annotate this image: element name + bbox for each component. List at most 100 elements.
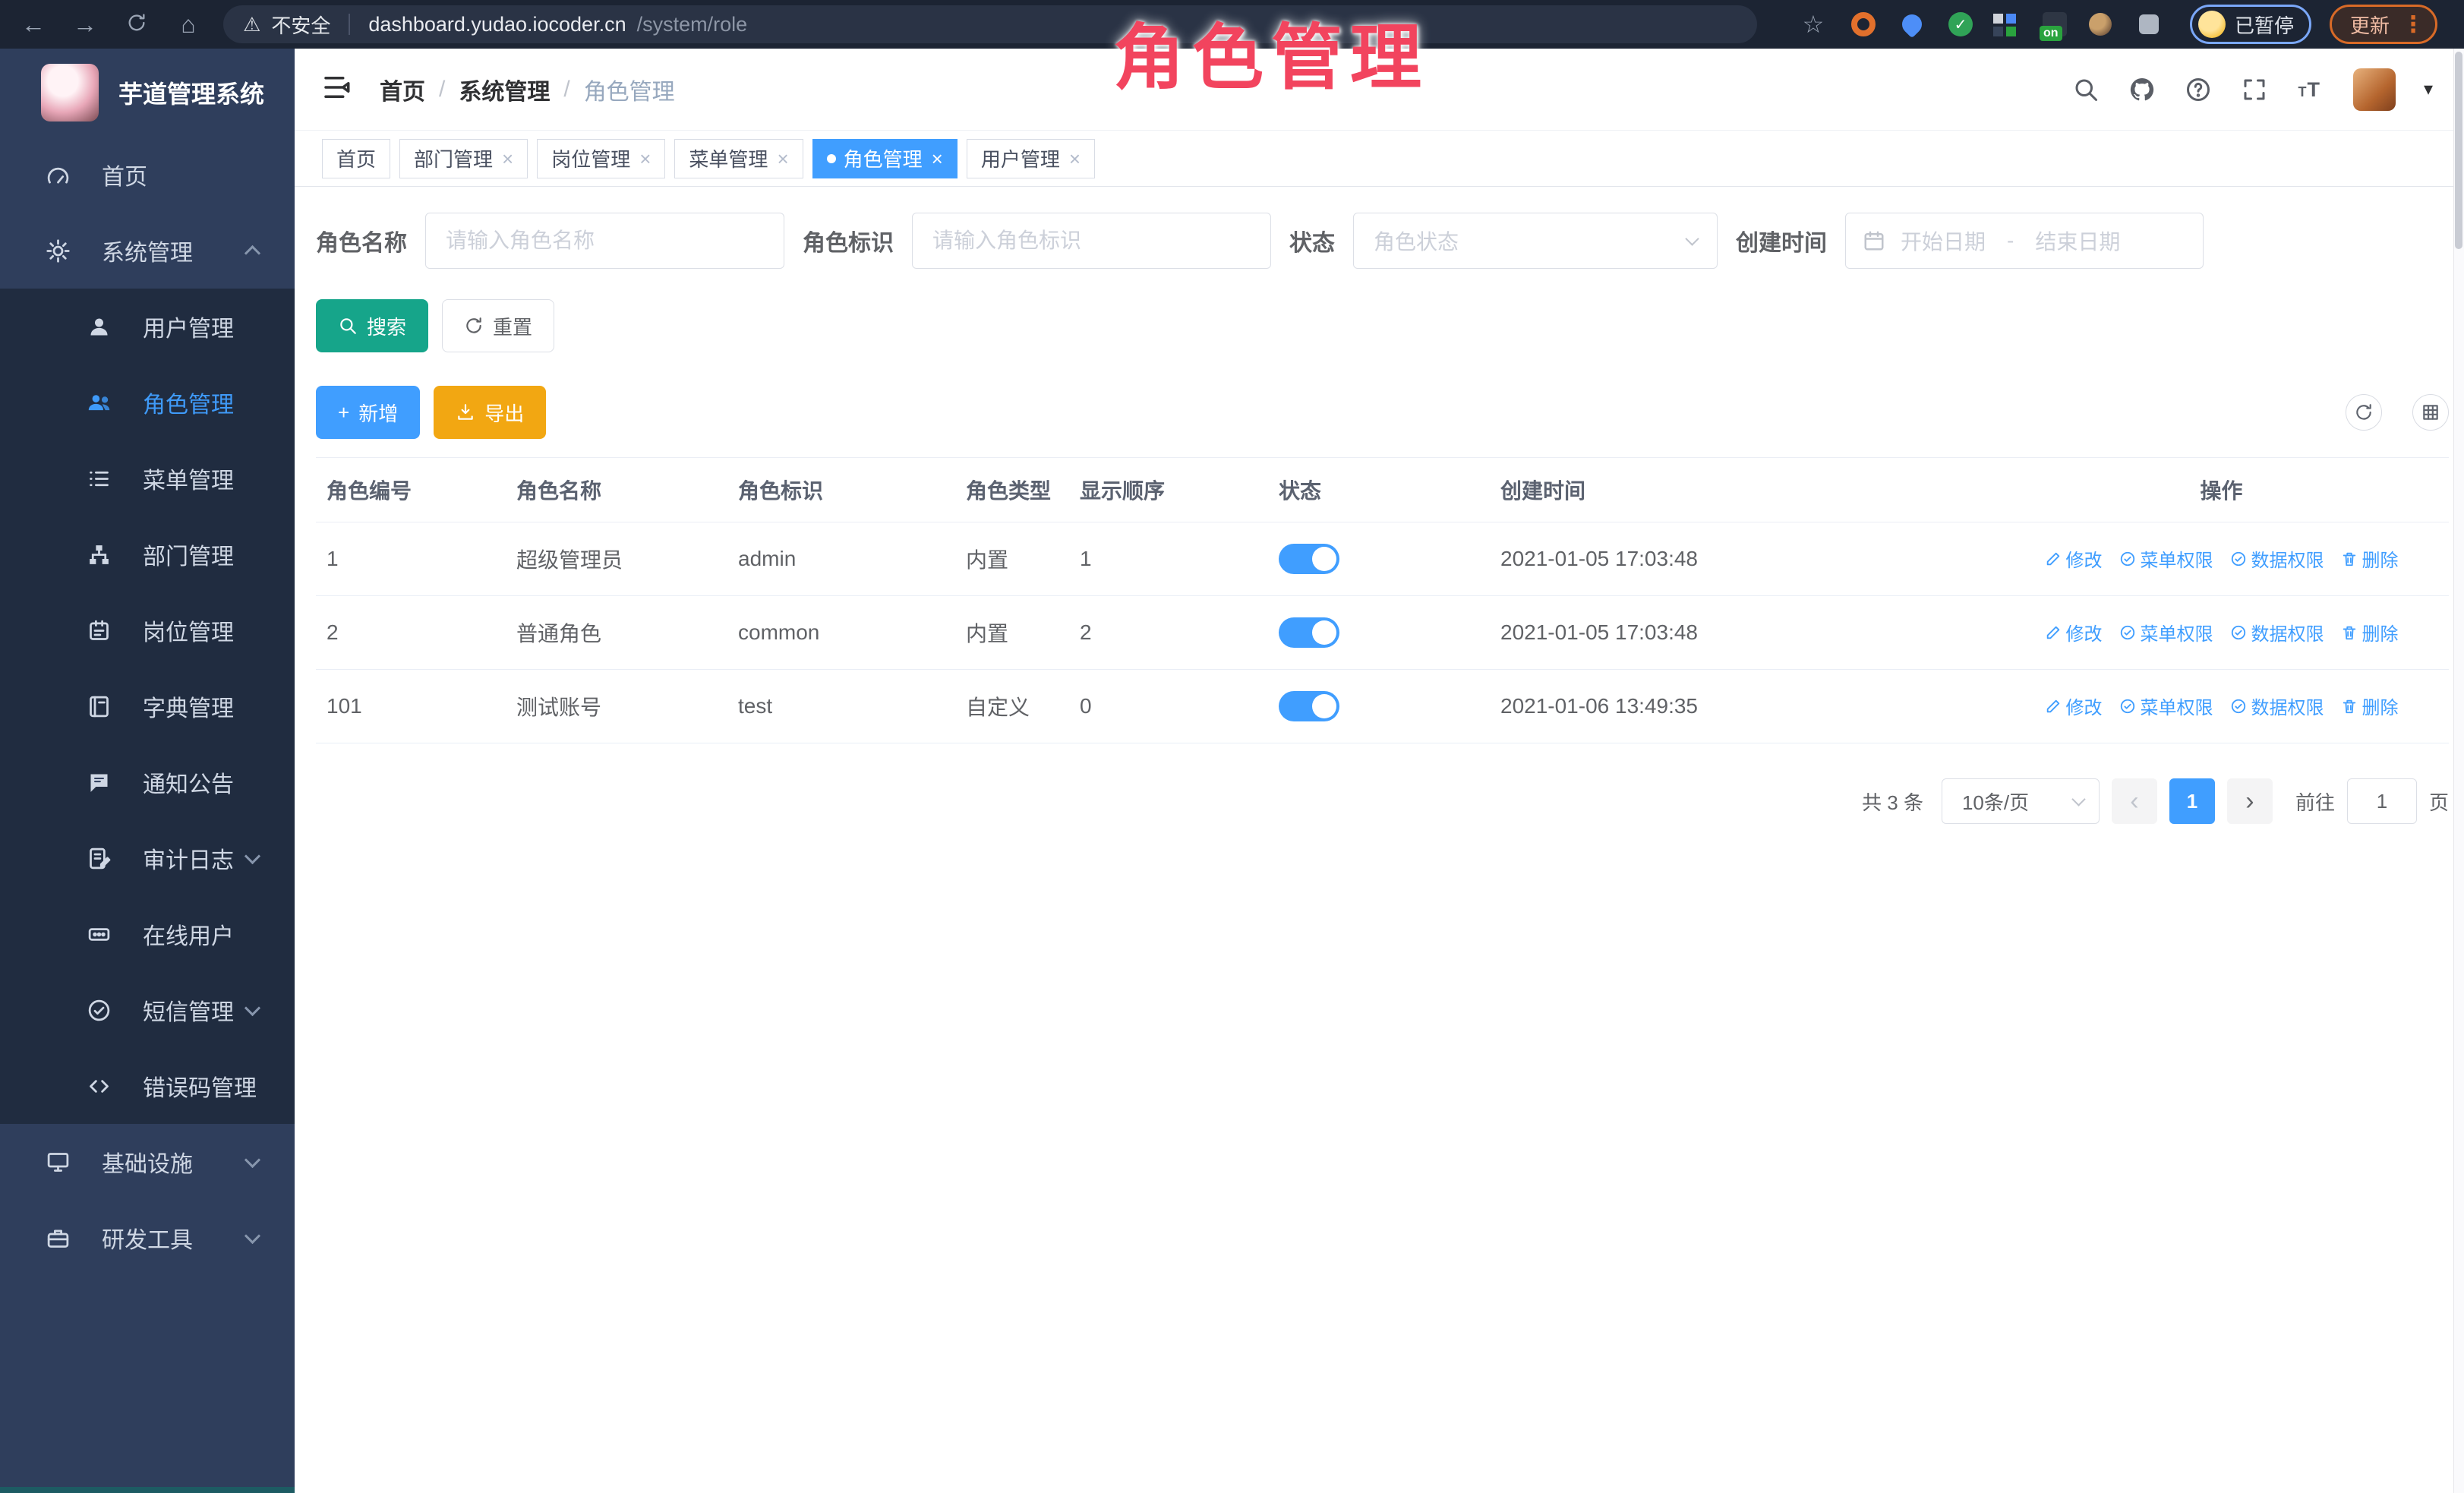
sidebar-item[interactable]: 菜单管理	[0, 440, 295, 516]
font-size-icon[interactable]: TT	[2294, 73, 2327, 106]
url-bar[interactable]: ⚠ 不安全 dashboard.yudao.iocoder.cn/system/…	[223, 5, 1757, 43]
add-button[interactable]: + 新增	[316, 386, 420, 439]
sidebar-item[interactable]: 部门管理	[0, 516, 295, 592]
caret-down-icon[interactable]: ▾	[2418, 73, 2438, 106]
role-status-select[interactable]: 角色状态	[1353, 213, 1718, 269]
browser-profile-chip[interactable]: 已暂停	[2190, 5, 2311, 44]
extension-translate-icon[interactable]: on	[2043, 12, 2067, 36]
fullscreen-icon[interactable]	[2238, 73, 2271, 106]
status-toggle[interactable]	[1279, 691, 1339, 721]
browser-update-button[interactable]: 更新 ⋮	[2330, 5, 2437, 44]
row-action-link[interactable]: 数据权限	[2230, 545, 2324, 572]
extensions-puzzle-icon[interactable]	[2134, 9, 2164, 39]
column-header: 角色标识	[727, 458, 955, 522]
sidebar-item[interactable]: 用户管理	[0, 289, 295, 365]
tab-close-icon[interactable]: ×	[639, 149, 651, 169]
row-action-link[interactable]: 菜单权限	[2119, 619, 2213, 645]
toggle-knob	[1312, 620, 1336, 645]
column-settings-button[interactable]	[2412, 394, 2449, 431]
tab-close-icon[interactable]: ×	[777, 149, 788, 169]
table-row: 2 普通角色 common 内置 2 2021-01-05 17:03:48	[316, 596, 2449, 670]
back-icon[interactable]: ←	[17, 12, 50, 36]
goto-page-input[interactable]	[2347, 778, 2417, 824]
tab-close-icon[interactable]: ×	[1069, 149, 1081, 169]
announcement-icon	[82, 765, 115, 799]
sidebar-item[interactable]: 在线用户	[0, 896, 295, 972]
user-avatar[interactable]	[2353, 68, 2396, 111]
row-action-link[interactable]: 删除	[2341, 693, 2399, 719]
github-icon[interactable]	[2125, 73, 2159, 106]
download-icon	[456, 402, 475, 422]
pagination: 共 3 条 10条/页 ‹ 1 › 前往 页	[316, 778, 2449, 824]
sidebar-item[interactable]: 短信管理	[0, 972, 295, 1048]
tab[interactable]: 岗位管理 ×	[537, 139, 665, 178]
sidebar-item[interactable]: 研发工具	[0, 1200, 295, 1276]
tab-close-icon[interactable]: ×	[932, 149, 943, 169]
prev-page-button[interactable]: ‹	[2112, 778, 2157, 824]
sidebar-item[interactable]: 基础设施	[0, 1124, 295, 1200]
menu-list-icon	[82, 462, 115, 495]
extension-monkey-icon[interactable]	[2085, 9, 2115, 39]
row-action-link[interactable]: 修改	[2045, 619, 2103, 645]
sidebar-item[interactable]: 错误码管理	[0, 1048, 295, 1124]
create-time-range-picker[interactable]: 开始日期 - 结束日期	[1845, 213, 2204, 269]
row-action-label: 菜单权限	[2141, 545, 2213, 572]
home-icon[interactable]: ⌂	[172, 12, 205, 36]
sidebar-item[interactable]: 审计日志	[0, 820, 295, 896]
tab[interactable]: 用户管理 ×	[967, 139, 1095, 178]
status-toggle[interactable]	[1279, 544, 1339, 574]
page-number-button[interactable]: 1	[2169, 778, 2215, 824]
row-action-link[interactable]: 修改	[2045, 545, 2103, 572]
sidebar-item[interactable]: 字典管理	[0, 668, 295, 744]
tab-close-icon[interactable]: ×	[502, 149, 513, 169]
chevron-down-icon	[2071, 792, 2085, 806]
extension-green-check-icon[interactable]	[1945, 9, 1976, 39]
row-action-link[interactable]: 数据权限	[2230, 619, 2324, 645]
search-icon[interactable]	[2069, 73, 2103, 106]
sidebar-item[interactable]: 角色管理	[0, 365, 295, 440]
browser-menu-dots-icon[interactable]: ⋮	[2402, 11, 2425, 38]
row-action-link[interactable]: 数据权限	[2230, 693, 2324, 719]
row-action-link[interactable]: 删除	[2341, 545, 2399, 572]
scrollbar-thumb[interactable]	[2455, 52, 2462, 249]
extension-blue-drop-icon[interactable]	[1897, 9, 1927, 39]
tab[interactable]: 部门管理 ×	[399, 139, 528, 178]
help-icon[interactable]	[2182, 73, 2215, 106]
sidebar-item[interactable]: 通知公告	[0, 744, 295, 820]
sidebar-item[interactable]: 岗位管理	[0, 592, 295, 668]
edit-icon	[2045, 698, 2062, 715]
chevron-up-icon	[245, 245, 260, 260]
row-action-link[interactable]: 菜单权限	[2119, 545, 2213, 572]
status-toggle[interactable]	[1279, 617, 1339, 648]
role-name-input[interactable]	[425, 213, 784, 269]
reload-icon[interactable]	[120, 12, 153, 37]
cell-role-id: 2	[316, 596, 506, 670]
delete-icon	[2341, 698, 2358, 715]
extension-grid-icon[interactable]	[1994, 9, 2024, 39]
forward-icon[interactable]: →	[68, 12, 102, 36]
next-page-button[interactable]: ›	[2227, 778, 2273, 824]
role-key-input[interactable]	[912, 213, 1271, 269]
row-action-link[interactable]: 修改	[2045, 693, 2103, 719]
tab[interactable]: 首页	[322, 139, 390, 178]
refresh-table-button[interactable]	[2346, 394, 2382, 431]
sidebar-item[interactable]: 系统管理	[0, 213, 295, 289]
search-button[interactable]: 搜索	[316, 299, 428, 352]
breadcrumb-section[interactable]: 系统管理	[459, 73, 550, 106]
breadcrumb-home[interactable]: 首页	[380, 73, 425, 106]
row-action-link[interactable]: 菜单权限	[2119, 693, 2213, 719]
hamburger-icon[interactable]	[320, 71, 357, 108]
chevron-down-icon	[245, 1151, 260, 1167]
tab[interactable]: 角色管理 ×	[812, 139, 958, 178]
tab[interactable]: 菜单管理 ×	[674, 139, 803, 178]
export-button[interactable]: 导出	[434, 386, 546, 439]
bookmark-star-icon[interactable]: ☆	[1797, 12, 1830, 36]
extension-orange-icon[interactable]	[1848, 9, 1879, 39]
column-header: 创建时间	[1490, 458, 1994, 522]
scrollbar[interactable]	[2453, 49, 2464, 1493]
page-size-select[interactable]: 10条/页	[1942, 778, 2100, 824]
sidebar-item[interactable]: 首页	[0, 137, 295, 213]
sidebar-item-label: 基础设施	[102, 1145, 193, 1179]
row-action-link[interactable]: 删除	[2341, 619, 2399, 645]
reset-button[interactable]: 重置	[442, 299, 554, 352]
